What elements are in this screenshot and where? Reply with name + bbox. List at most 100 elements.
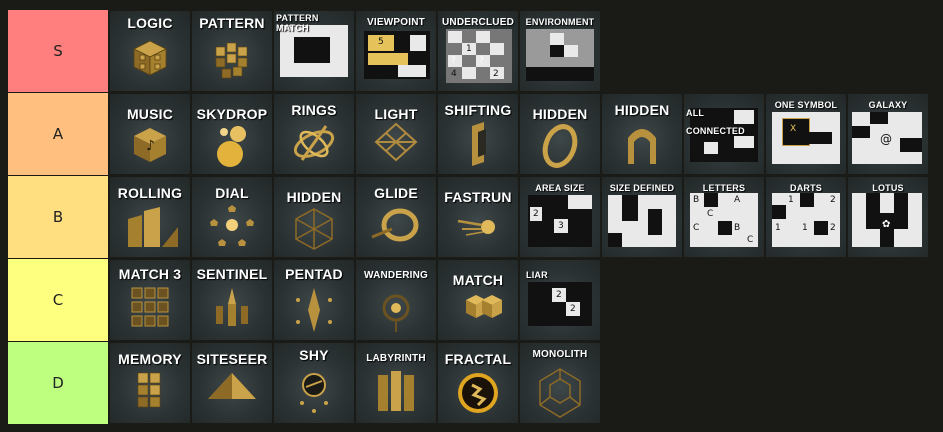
tile-label: LOGIC — [127, 15, 173, 31]
letters-letter: C — [707, 209, 714, 219]
tile-light[interactable]: LIGHT — [356, 94, 436, 174]
tile-sentinel[interactable]: SENTINEL — [192, 260, 272, 340]
letters-letter: C — [747, 235, 754, 245]
area-size-number: 3 — [558, 221, 564, 231]
underclued-number: 2 — [493, 69, 499, 79]
tile-label: FASTRUN — [444, 189, 512, 205]
letters-letter: A — [734, 195, 741, 205]
tile-music[interactable]: MUSIC ♪ — [110, 94, 190, 174]
tile-label: HIDDEN — [286, 189, 342, 205]
tile-label: ONE SYMBOL — [774, 100, 838, 110]
tile-hidden-b[interactable]: HIDDEN — [274, 177, 354, 257]
tile-label: HIDDEN — [614, 102, 670, 118]
tile-hidden-a1[interactable]: HIDDEN — [520, 94, 600, 174]
tile-label: SHIFTING — [444, 102, 512, 118]
tile-label: SKYDROP — [196, 106, 268, 122]
tile-label: FRACTAL — [444, 351, 512, 367]
tile-label: HIDDEN — [532, 106, 588, 122]
tile-siteseer[interactable]: SITESEER — [192, 343, 272, 423]
tile-dial[interactable]: DIAL — [192, 177, 272, 257]
area-size-grid-icon: 2 3 — [528, 195, 592, 247]
letters-letter: B — [693, 195, 700, 205]
tile-label: PENTAD — [285, 266, 343, 282]
tier-row-c: C MATCH 3 SENTINEL PENTAD WANDERING MATC… — [0, 259, 943, 341]
tile-galaxy[interactable]: GALAXY @ — [848, 94, 928, 174]
tile-match-3[interactable]: MATCH 3 — [110, 260, 190, 340]
tile-match[interactable]: MATCH — [438, 260, 518, 340]
tile-pattern-match[interactable]: PATTERN MATCH — [274, 11, 354, 91]
area-size-number: 2 — [533, 209, 539, 219]
darts-number: 1 — [775, 223, 781, 233]
tile-label: MUSIC — [126, 106, 174, 122]
tile-pentad[interactable]: PENTAD — [274, 260, 354, 340]
tile-one-symbol[interactable]: ONE SYMBOL X — [766, 94, 846, 174]
tile-label: AREA SIZE — [535, 183, 585, 193]
liar-grid-icon: 2 2 — [528, 282, 592, 326]
tile-label: LOTUS — [872, 183, 904, 193]
tile-label: ROLLING — [117, 185, 183, 201]
tier-label-s[interactable]: S — [8, 10, 108, 92]
tile-label: DIAL — [215, 185, 249, 201]
tile-label: LABYRINTH — [366, 353, 426, 364]
tile-label: MATCH — [452, 272, 504, 288]
tile-darts[interactable]: DARTS 1 2 1 1 2 — [766, 177, 846, 257]
one-symbol-mark: X — [790, 124, 797, 134]
tile-area-size[interactable]: AREA SIZE 2 3 — [520, 177, 600, 257]
tier-label-d[interactable]: D — [8, 342, 108, 424]
tier-label-a[interactable]: A — [8, 93, 108, 175]
tile-label: PATTERN MATCH — [276, 13, 319, 33]
tier-label-b[interactable]: B — [8, 176, 108, 258]
liar-number: 2 — [570, 304, 576, 314]
darts-grid-icon: 1 2 1 1 2 — [772, 193, 840, 247]
tile-label: ENVIRONMENT — [525, 17, 595, 27]
tile-label: UNDERCLUED — [442, 17, 514, 28]
tier-list-board: S LOGIC PATTERN PATTERN MATCH VIEWPOINT … — [0, 0, 943, 432]
lotus-grid-icon: ✿ — [852, 193, 922, 247]
tile-labyrinth[interactable]: LABYRINTH — [356, 343, 436, 423]
darts-number: 2 — [830, 223, 836, 233]
tier-row-b: B ROLLING DIAL HIDDEN GLIDE FASTRUN AREA… — [0, 176, 943, 258]
tile-rings[interactable]: RINGS — [274, 94, 354, 174]
tile-label: MATCH 3 — [118, 266, 182, 282]
tile-fractal[interactable]: FRACTAL — [438, 343, 518, 423]
tile-logic[interactable]: LOGIC — [110, 11, 190, 91]
tile-shifting[interactable]: SHIFTING — [438, 94, 518, 174]
environment-grid-icon — [526, 29, 594, 81]
tile-skydrop[interactable]: SKYDROP — [192, 94, 272, 174]
tile-label: LETTERS — [702, 183, 746, 193]
tile-memory[interactable]: MEMORY — [110, 343, 190, 423]
tile-label: ALL CONNECTED — [686, 108, 745, 136]
tile-pattern[interactable]: PATTERN — [192, 11, 272, 91]
tile-rolling[interactable]: ROLLING — [110, 177, 190, 257]
tile-letters[interactable]: LETTERS B A C C B C — [684, 177, 764, 257]
galaxy-grid-icon: @ — [852, 112, 922, 164]
tile-glide[interactable]: GLIDE — [356, 177, 436, 257]
tile-label: DARTS — [790, 183, 822, 193]
darts-number: 2 — [830, 195, 836, 205]
tile-label: GLIDE — [374, 185, 418, 201]
tile-shy[interactable]: SHY — [274, 343, 354, 423]
tile-all-connected[interactable]: ALL CONNECTED — [684, 94, 764, 174]
tile-environment[interactable]: ENVIRONMENT — [520, 11, 600, 91]
letters-letter: B — [734, 223, 741, 233]
tile-hidden-a2[interactable]: HIDDEN — [602, 94, 682, 174]
underclued-number: 1 — [466, 44, 472, 54]
size-defined-grid-icon — [608, 195, 676, 247]
tile-label: WANDERING — [363, 270, 429, 281]
tile-size-defined[interactable]: SIZE DEFINED — [602, 177, 682, 257]
tile-label: SIZE DEFINED — [609, 183, 675, 193]
tile-underclued[interactable]: UNDERCLUED 1 ? ? 4 2 — [438, 11, 518, 91]
tile-lotus[interactable]: LOTUS ✿ — [848, 177, 928, 257]
tile-label: RINGS — [291, 102, 337, 118]
tile-wandering[interactable]: WANDERING — [356, 260, 436, 340]
tier-row-a: A MUSIC ♪ SKYDROP RINGS LIGHT SHIFTING H… — [0, 93, 943, 175]
tile-fastrun[interactable]: FASTRUN — [438, 177, 518, 257]
darts-number: 1 — [788, 195, 794, 205]
underclued-number: 4 — [451, 69, 457, 79]
tile-label: SENTINEL — [196, 266, 268, 282]
tile-monolith[interactable]: MONOLITH — [520, 343, 600, 423]
tile-liar[interactable]: LIAR 2 2 — [520, 260, 600, 340]
tile-viewpoint[interactable]: VIEWPOINT 5 — [356, 11, 436, 91]
letters-grid-icon: B A C C B C — [690, 193, 758, 247]
tier-label-c[interactable]: C — [8, 259, 108, 341]
